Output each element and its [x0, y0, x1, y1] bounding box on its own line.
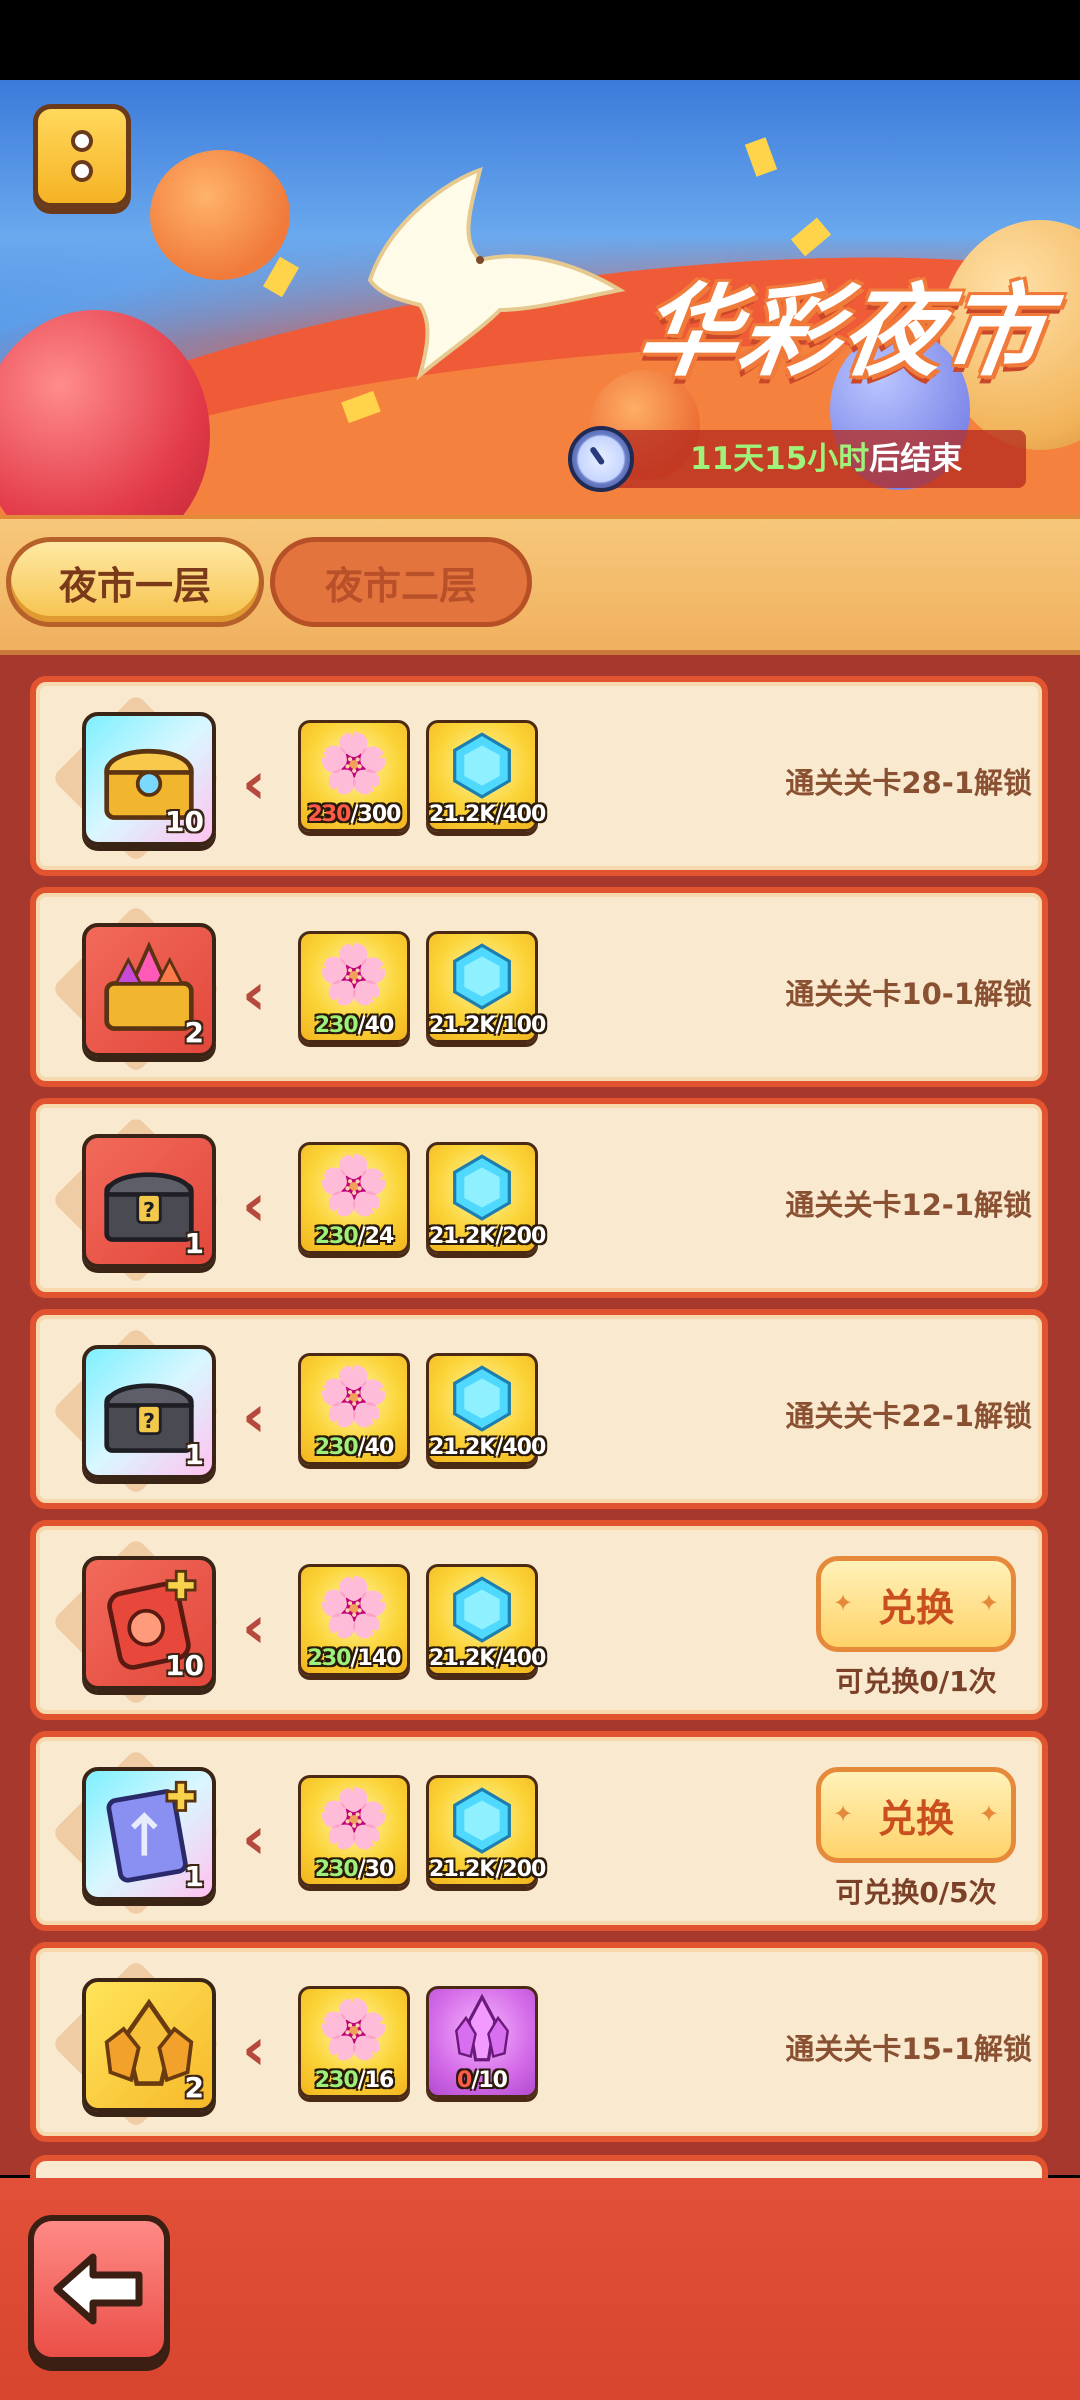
cost-value: 230/140	[307, 1646, 402, 1671]
blue-gem-icon	[453, 732, 511, 799]
peony-flower-icon: 🌸	[317, 1151, 391, 1219]
cost-value: 21.2K/200	[429, 1224, 546, 1249]
cost-value: 230/300	[307, 802, 402, 827]
clock-icon	[568, 426, 634, 492]
lantern-decoration	[150, 150, 290, 280]
shop-item-row: 10 ‹ 🌸 230/300 21.2K/400 通关关卡28-1解锁	[30, 676, 1048, 876]
cost-flower: 🌸 230/40	[298, 1353, 410, 1465]
shop-item[interactable]: 10	[82, 1556, 216, 1690]
peony-flower-icon: 🌸	[317, 1784, 391, 1852]
chevron-left-icon: ‹	[242, 749, 266, 817]
blue-gem-icon	[453, 1154, 511, 1221]
menu-icon	[71, 130, 93, 152]
chevron-left-icon: ‹	[242, 1804, 266, 1872]
cost-value: 230/16	[314, 2068, 395, 2093]
tab-night-market-floor-2[interactable]: 夜市二层	[270, 537, 532, 627]
blue-gem-icon	[453, 1787, 511, 1854]
svg-text:?: ?	[143, 1409, 155, 1433]
cost-flower: 🌸 230/24	[298, 1142, 410, 1254]
shop-item-row: 2 ‹ 🌸 230/16 0/10 通关关卡15-1解锁	[30, 1942, 1048, 2142]
chevron-left-icon: ‹	[242, 1593, 266, 1661]
cost-value: 21.2K/400	[429, 1435, 546, 1460]
peony-flower-icon: 🌸	[317, 1995, 391, 2063]
cost-value: 21.2K/100	[429, 1013, 546, 1038]
shop-item[interactable]: 1	[82, 1767, 216, 1901]
unlock-requirement: 通关关卡10-1解锁	[785, 977, 1032, 1011]
shop-item-row: 2 ‹ 🌸 230/40 21.2K/100 通关关卡10-1解锁	[30, 887, 1048, 1087]
back-button[interactable]	[28, 2215, 170, 2363]
cost-value: 21.2K/400	[429, 802, 546, 827]
item-count: 10	[165, 1649, 204, 1682]
cost-flower: 🌸 230/30	[298, 1775, 410, 1887]
cost-gem: 21.2K/200	[426, 1775, 546, 1887]
cost-gem: 21.2K/400	[426, 720, 546, 832]
cost-flower: 🌸 230/140	[298, 1564, 410, 1676]
timer-remaining: 11天15小时	[690, 441, 870, 477]
shop-item[interactable]: 2	[82, 923, 216, 1057]
shop-item[interactable]: ? 1	[82, 1345, 216, 1479]
timer-suffix: 后结束	[869, 441, 963, 477]
menu-icon-dot	[71, 160, 93, 182]
peony-flower-icon: 🌸	[317, 1573, 391, 1641]
dove-icon	[367, 166, 626, 380]
blue-gem-icon	[453, 1365, 511, 1432]
item-count: 2	[184, 1016, 204, 1049]
exchange-button[interactable]: 兑换	[816, 1767, 1016, 1863]
cost-value: 230/30	[314, 1857, 395, 1882]
shop-item-row: 1 ‹ 🌸 230/30 21.2K/200 兑换 可兑换0/5次	[30, 1731, 1048, 1931]
item-count: 1	[184, 1227, 204, 1260]
shop-item[interactable]: 2	[82, 1978, 216, 2112]
chevron-left-icon: ‹	[242, 1171, 266, 1239]
blue-gem-icon	[453, 1576, 511, 1643]
item-count: 1	[184, 1438, 204, 1471]
exchange-button[interactable]: 兑换	[816, 1556, 1016, 1652]
shop-item-row: ? 1 ‹ 🌸 230/24 21.2K/200 通关关卡12-1解锁	[30, 1098, 1048, 1298]
event-title: 华彩夜市	[630, 273, 1055, 390]
cost-gem: 21.2K/100	[426, 931, 546, 1043]
screen: { "event": { "title": "华彩夜市", "timer_day…	[0, 0, 1080, 2400]
peony-flower-icon: 🌸	[317, 729, 391, 797]
shop-item-row: 10 ‹ 🌸 230/140 21.2K/400 兑换 可兑换0/1次	[30, 1520, 1048, 1720]
cost-gem: 21.2K/400	[426, 1353, 546, 1465]
peony-flower-icon: 🌸	[317, 1362, 391, 1430]
cost-value: 230/40	[314, 1435, 395, 1460]
red-balloon-decoration	[0, 310, 210, 515]
unlock-requirement: 通关关卡15-1解锁	[785, 2032, 1032, 2066]
cost-value: 230/40	[314, 1013, 395, 1038]
chevron-left-icon: ‹	[242, 960, 266, 1028]
cost-value: 0/10	[457, 2068, 508, 2093]
cost-value: 21.2K/400	[429, 1646, 546, 1671]
tab-night-market-floor-1[interactable]: 夜市一层	[6, 537, 264, 627]
cost-flower: 🌸 230/300	[298, 720, 410, 832]
shop-item[interactable]: 10	[82, 712, 216, 846]
cost-value: 21.2K/200	[429, 1857, 546, 1882]
unlock-requirement: 通关关卡12-1解锁	[785, 1188, 1032, 1222]
chevron-left-icon: ‹	[242, 2015, 266, 2083]
cost-flower: 🌸 230/40	[298, 931, 410, 1043]
item-count: 2	[184, 2071, 204, 2104]
shop-item-row: ? 1 ‹ 🌸 230/40 21.2K/400 通关关卡22-1解锁	[30, 1309, 1048, 1509]
blue-gem-icon	[453, 943, 511, 1010]
shop-item[interactable]: ? 1	[82, 1134, 216, 1268]
unlock-requirement: 通关关卡22-1解锁	[785, 1399, 1032, 1433]
cost-gem: 21.2K/200	[426, 1142, 546, 1254]
item-count: 10	[165, 805, 204, 838]
exchange-limit: 可兑换0/5次	[835, 1876, 997, 1909]
chevron-left-icon: ‹	[242, 1382, 266, 1450]
purple-crystal-icon	[455, 1993, 509, 2062]
unlock-requirement: 通关关卡28-1解锁	[785, 766, 1032, 800]
status-bar	[0, 0, 1080, 80]
cost-crystal: 0/10	[426, 1986, 538, 2098]
exchange-limit: 可兑换0/1次	[835, 1665, 997, 1698]
peony-flower-icon: 🌸	[317, 940, 391, 1008]
item-count: 1	[184, 1860, 204, 1893]
svg-text:?: ?	[143, 1198, 155, 1222]
cost-flower: 🌸 230/16	[298, 1986, 410, 2098]
menu-button[interactable]	[33, 104, 131, 208]
cost-value: 230/24	[314, 1224, 395, 1249]
back-arrow-icon	[53, 2253, 143, 2325]
event-timer: 11天15小时后结束	[690, 436, 962, 482]
cost-gem: 21.2K/400	[426, 1564, 546, 1676]
